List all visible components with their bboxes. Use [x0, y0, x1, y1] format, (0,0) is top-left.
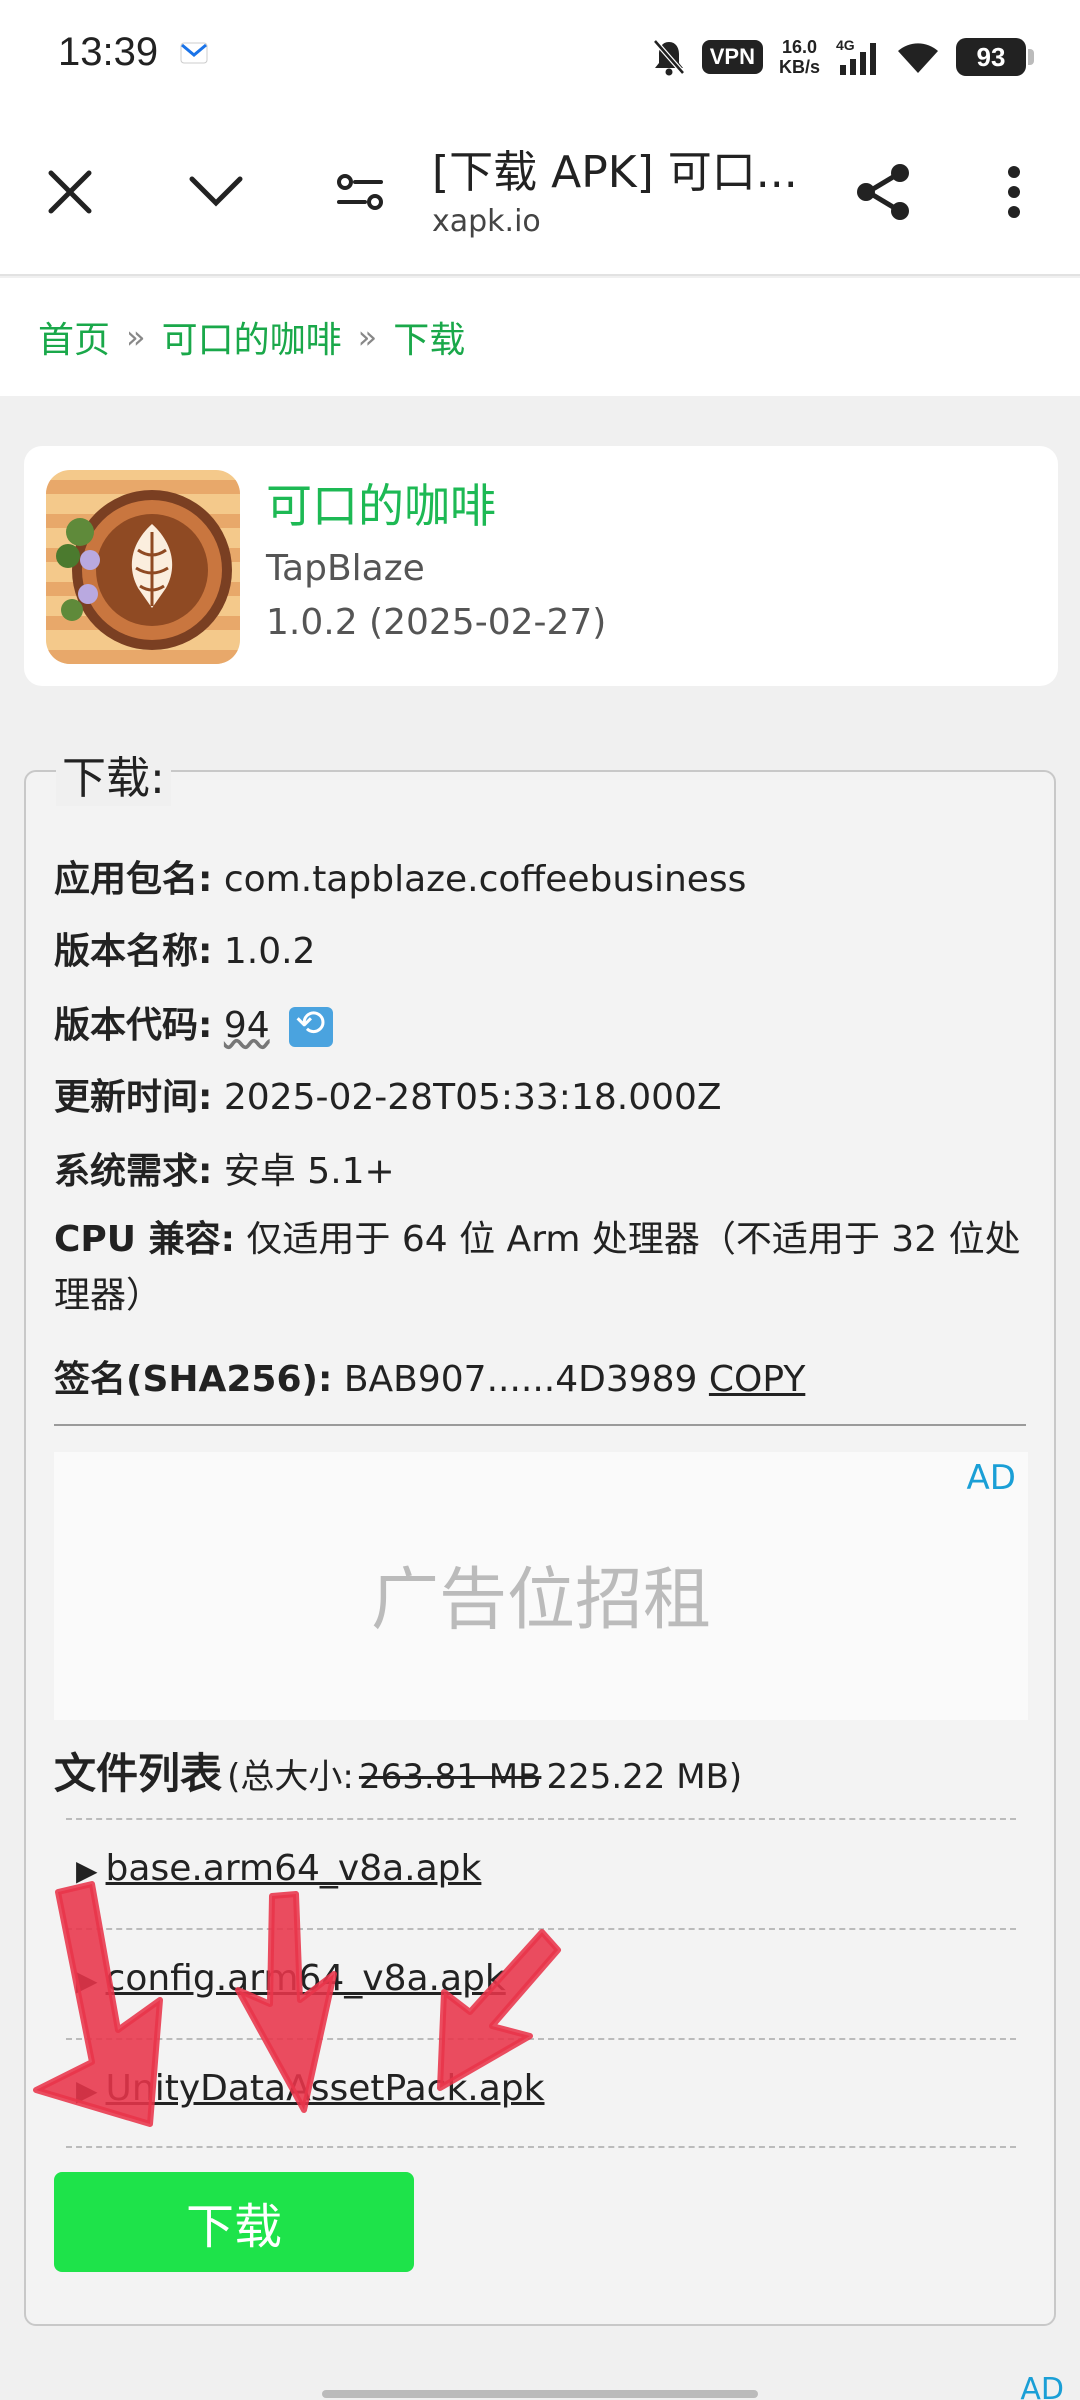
divider [54, 1424, 1026, 1426]
breadcrumb-separator: » [357, 318, 378, 356]
file-name[interactable]: UnityDataAssetPack.apk [106, 2068, 545, 2109]
expand-triangle-icon: ▶ [76, 1854, 98, 1887]
mute-bell-icon [652, 39, 685, 76]
download-button[interactable]: 下载 [54, 2172, 414, 2272]
share-icon [857, 164, 909, 220]
more-vert-icon [1008, 166, 1020, 218]
app-card: 可口的咖啡 TapBlaze 1.0.2 (2025-02-27) [24, 446, 1058, 686]
download-legend: 下载: [56, 742, 171, 806]
new-total-size: 225.22 MB) [546, 1757, 743, 1797]
status-bar: 13:39 VPN 16.0 KB/s 4G 93 [0, 0, 1080, 112]
package-row: 应用包名: com.tapblaze.coffeebusiness [54, 850, 746, 902]
version-code-value: 94 [223, 1005, 270, 1046]
collapse-button[interactable] [176, 152, 256, 232]
gmail-icon [180, 42, 208, 64]
app-developer: TapBlaze [266, 548, 425, 589]
breadcrumb: 首页 » 可口的咖啡 » 下载 [0, 278, 1080, 396]
breadcrumb-download[interactable]: 下载 [393, 311, 465, 363]
signature-value: BAB907......4D3989 [343, 1359, 698, 1400]
divider [66, 2038, 1016, 2040]
tune-icon [337, 174, 383, 210]
divider [66, 1818, 1016, 1820]
bottom-ad-label[interactable]: AD [1020, 2372, 1064, 2400]
ad-label: AD [966, 1458, 1016, 1498]
breadcrumb-separator: » [126, 318, 146, 356]
status-icons: VPN 16.0 KB/s 4G 93 [652, 30, 1034, 84]
expand-triangle-icon: ▶ [76, 1964, 98, 1997]
file-name[interactable]: base.arm64_v8a.apk [106, 1848, 482, 1889]
version-code-row: 版本代码: 94 [54, 996, 334, 1048]
requirement-label: 系统需求: [54, 1151, 213, 1192]
version-name-row: 版本名称: 1.0.2 [54, 922, 315, 974]
file-list-title: 文件列表 [54, 1749, 223, 1798]
share-button[interactable] [844, 152, 924, 232]
breadcrumb-home[interactable]: 首页 [38, 311, 110, 363]
total-size-prefix: (总大小: [227, 1757, 354, 1797]
signature-row: 签名(SHA256): BAB907......4D3989 COPY [54, 1350, 805, 1402]
version-code-label: 版本代码: [54, 1005, 213, 1046]
cpu-row: CPU 兼容: 仅适用于 64 位 Arm 处理器（不适用于 32 位处理器） [54, 1212, 1034, 1324]
version-name-label: 版本名称: [54, 931, 213, 972]
file-item[interactable]: ▶ config.arm64_v8a.apk [76, 1958, 506, 1999]
divider [66, 2146, 1016, 2148]
close-button[interactable] [30, 152, 110, 232]
cellular-signal-icon: 4G [836, 37, 876, 75]
battery-indicator: 93 [956, 38, 1034, 76]
breadcrumb-app[interactable]: 可口的咖啡 [162, 311, 342, 363]
file-item[interactable]: ▶ base.arm64_v8a.apk [76, 1848, 481, 1889]
close-icon [48, 170, 92, 214]
network-speed: 16.0 KB/s [779, 37, 820, 77]
browser-toolbar: [下载 APK] 可口... xapk.io [0, 112, 1080, 276]
package-label: 应用包名: [54, 859, 213, 900]
app-version: 1.0.2 (2025-02-27) [266, 602, 607, 643]
requirement-value: 安卓 5.1+ [223, 1151, 395, 1192]
app-icon[interactable] [46, 470, 240, 664]
chevron-down-icon [189, 176, 243, 207]
app-name[interactable]: 可口的咖啡 [266, 470, 496, 536]
vpn-badge: VPN [701, 40, 763, 74]
file-list-header: 文件列表 (总大小: 263.81 MB 225.22 MB) [54, 1740, 742, 1801]
gesture-bar [322, 2390, 758, 2398]
more-options-button[interactable] [974, 152, 1054, 232]
version-name-value: 1.0.2 [223, 931, 316, 972]
file-item[interactable]: ▶ UnityDataAssetPack.apk [76, 2068, 545, 2109]
latte-art-icon [46, 470, 240, 664]
site-settings-button[interactable] [320, 152, 400, 232]
svg-text:4G: 4G [836, 37, 855, 53]
updated-label: 更新时间: [54, 1077, 213, 1118]
updated-value: 2025-02-28T05:33:18.000Z [223, 1077, 722, 1118]
requirement-row: 系统需求: 安卓 5.1+ [54, 1142, 395, 1194]
old-total-size: 263.81 MB [358, 1757, 542, 1797]
file-name[interactable]: config.arm64_v8a.apk [106, 1958, 506, 1999]
page-url[interactable]: xapk.io [432, 204, 541, 239]
expand-triangle-icon: ▶ [76, 2074, 98, 2107]
status-time: 13:39 [58, 30, 159, 74]
divider [66, 1928, 1016, 1930]
speed-value: 16.0 [781, 37, 818, 57]
cpu-label: CPU 兼容: [54, 1219, 235, 1260]
updated-row: 更新时间: 2025-02-28T05:33:18.000Z [54, 1068, 722, 1120]
refresh-icon[interactable] [289, 1003, 334, 1047]
wifi-icon [898, 43, 938, 73]
page-title[interactable]: [下载 APK] 可口... [432, 136, 798, 200]
speed-unit: KB/s [778, 57, 820, 77]
package-value: com.tapblaze.coffeebusiness [223, 859, 747, 900]
ad-placeholder-text: 广告位招租 [370, 1561, 711, 1640]
signature-label: 签名(SHA256): [54, 1359, 333, 1400]
ad-slot[interactable]: AD 广告位招租 [54, 1452, 1028, 1720]
copy-signature-link[interactable]: COPY [709, 1359, 805, 1400]
